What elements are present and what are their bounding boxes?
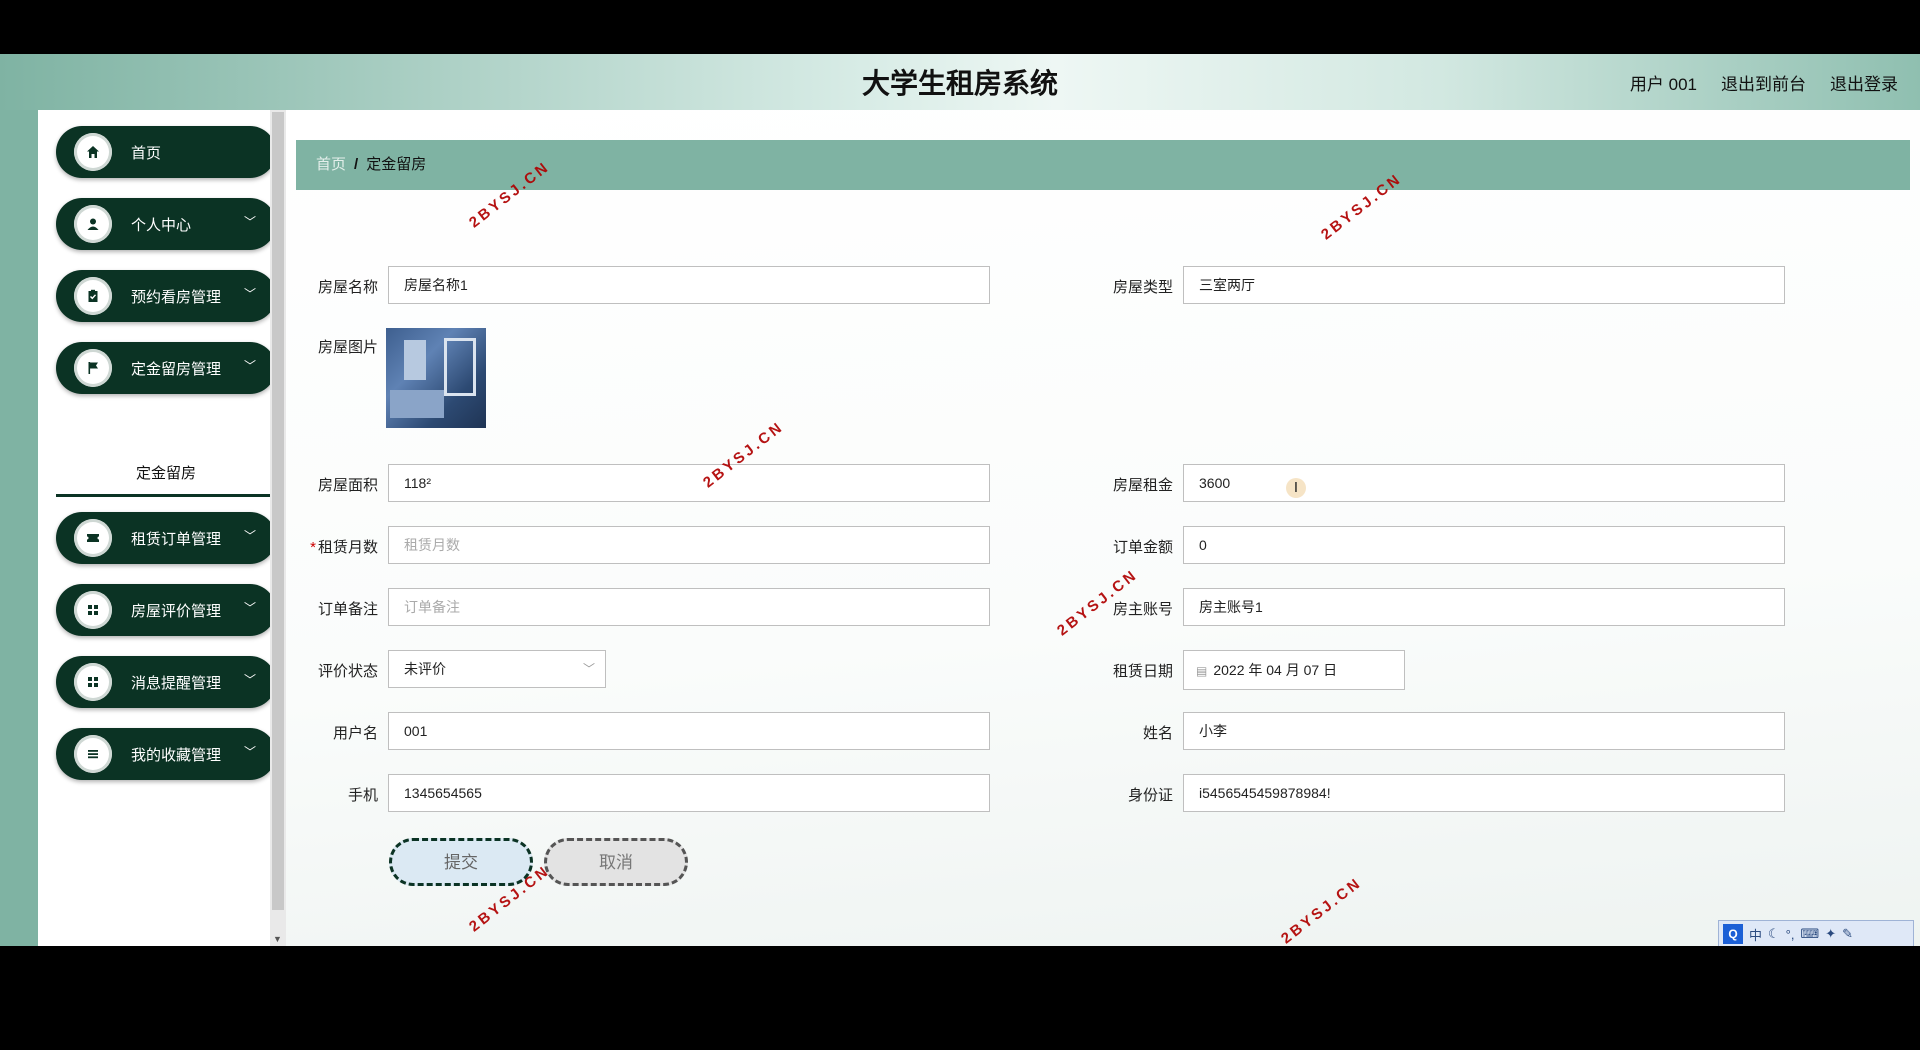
id-card-label: 身份证 [1127, 787, 1173, 804]
house-image[interactable] [386, 328, 486, 428]
ime-toolbar[interactable]: Q 中 ☾ °, ⌨ ✦ ✎ [1718, 920, 1914, 946]
chevron-down-icon: ﹀ [243, 359, 256, 373]
ticket-icon [74, 519, 112, 557]
exit-to-front-link[interactable]: 退出到前台 [1721, 70, 1806, 95]
scrollbar-thumb[interactable] [272, 112, 284, 910]
user-icon [74, 205, 112, 243]
wrench-icon[interactable]: ✎ [1842, 926, 1853, 942]
home-icon [74, 133, 112, 171]
name-label: 姓名 [1142, 725, 1173, 742]
scroll-down-arrow-icon[interactable]: ▼ [273, 934, 282, 944]
submenu-deposit-reservation[interactable]: 定金留房 [56, 454, 276, 497]
order-note-field[interactable] [388, 588, 990, 626]
rent-months-field[interactable] [388, 526, 990, 564]
sidebar-item-house-reviews[interactable]: 房屋评价管理 ﹀ [56, 584, 276, 636]
sidebar-item-message-reminders[interactable]: 消息提醒管理 ﹀ [56, 656, 276, 708]
sidebar-item-label: 预约看房管理 [131, 289, 222, 306]
review-status-label: 评价状态 [317, 663, 378, 680]
sidebar-item-label: 定金留房管理 [131, 361, 222, 378]
sidebar-item-label: 我的收藏管理 [131, 747, 222, 764]
grid-icon [74, 663, 112, 701]
house-image-label: 房屋图片 [317, 339, 378, 356]
house-area-field[interactable] [388, 464, 990, 502]
logout-link[interactable]: 退出登录 [1830, 70, 1898, 95]
calendar-icon: ▤ [1196, 664, 1208, 678]
sidebar-item-viewing-appointments[interactable]: 预约看房管理 ﹀ [56, 270, 276, 322]
list-icon [74, 735, 112, 773]
breadcrumb-separator: / [354, 156, 359, 173]
landlord-account-field[interactable] [1183, 588, 1785, 626]
header-links: 用户 001 退出到前台 退出登录 [1630, 70, 1898, 95]
order-note-label: 订单备注 [317, 601, 378, 618]
sidebar-item-label: 个人中心 [131, 217, 192, 234]
sidebar-item-label: 租赁订单管理 [131, 531, 222, 548]
grid-icon [74, 591, 112, 629]
house-type-label: 房屋类型 [1112, 279, 1173, 296]
chevron-down-icon: ﹀ [243, 745, 256, 759]
name-field[interactable] [1183, 712, 1785, 750]
sidebar-item-deposit-reservation[interactable]: 定金留房管理 ﹀ [56, 342, 276, 394]
pin-icon[interactable]: ✦ [1825, 926, 1836, 942]
breadcrumb-home[interactable]: 首页 [316, 156, 346, 173]
sidebar-item-label: 房屋评价管理 [131, 603, 222, 620]
breadcrumb-current: 定金留房 [366, 156, 427, 173]
chevron-down-icon: ﹀ [243, 529, 256, 543]
order-amount-field[interactable] [1183, 526, 1785, 564]
chevron-down-icon: ﹀ [582, 662, 595, 676]
house-rent-label: 房屋租金 [1112, 477, 1173, 494]
sidebar: 首页 个人中心 ﹀ 预约看房管理 ﹀ 定金留房管理 ﹀ 定金留房 租赁订单管理 … [38, 110, 276, 946]
house-area-label: 房屋面积 [317, 477, 378, 494]
house-type-field[interactable] [1183, 266, 1785, 304]
sidebar-item-home[interactable]: 首页 [56, 126, 276, 178]
chevron-down-icon: ﹀ [243, 673, 256, 687]
clipboard-icon [74, 277, 112, 315]
rent-months-label: * 租赁月数 [310, 539, 378, 556]
sidebar-item-favorites[interactable]: 我的收藏管理 ﹀ [56, 728, 276, 780]
flag-icon [74, 349, 112, 387]
keyboard-icon[interactable]: ⌨ [1800, 926, 1819, 942]
house-name-label: 房屋名称 [317, 279, 378, 296]
rent-date-picker[interactable]: ▤ 2022 年 04 月 07 日 [1183, 650, 1405, 690]
review-status-value: 未评价 [404, 661, 446, 677]
app-window: 大学生租房系统 用户 001 退出到前台 退出登录 首页 个人中心 ﹀ 预约看房… [0, 54, 1920, 946]
house-rent-field[interactable] [1183, 464, 1785, 502]
text-cursor-icon: I [1286, 478, 1306, 498]
chevron-down-icon: ﹀ [243, 287, 256, 301]
submit-button[interactable]: 提交 [389, 838, 533, 886]
id-card-field[interactable] [1183, 774, 1785, 812]
sidebar-item-personal-center[interactable]: 个人中心 ﹀ [56, 198, 276, 250]
chevron-down-icon: ﹀ [243, 215, 256, 229]
sidebar-item-rental-orders[interactable]: 租赁订单管理 ﹀ [56, 512, 276, 564]
sidebar-scrollbar[interactable]: ▼ [270, 110, 286, 946]
user-label: 用户 001 [1629, 75, 1697, 94]
username-field[interactable] [388, 712, 990, 750]
chevron-down-icon: ﹀ [243, 601, 256, 615]
left-decor-strip [0, 110, 38, 946]
sidebar-item-label: 消息提醒管理 [131, 675, 222, 692]
phone-label: 手机 [347, 787, 378, 804]
required-mark: * [310, 539, 316, 556]
house-name-field[interactable] [388, 266, 990, 304]
ime-mode[interactable]: 中 [1749, 925, 1762, 944]
sidebar-item-label: 首页 [131, 145, 162, 162]
moon-icon[interactable]: ☾ [1768, 926, 1780, 942]
review-status-select[interactable]: 未评价 ﹀ [388, 650, 606, 688]
cancel-button[interactable]: 取消 [544, 838, 688, 886]
rent-date-value: 2022 年 04 月 07 日 [1213, 662, 1338, 678]
username-label: 用户名 [332, 725, 378, 742]
rent-date-label: 租赁日期 [1112, 663, 1173, 680]
punctuation-icon[interactable]: °, [1786, 927, 1795, 942]
top-header: 大学生租房系统 用户 001 退出到前台 退出登录 [0, 54, 1920, 110]
ime-logo-icon[interactable]: Q [1723, 924, 1743, 944]
order-amount-label: 订单金额 [1112, 539, 1173, 556]
phone-field[interactable] [388, 774, 990, 812]
main-content: 首页 / 定金留房 房屋名称 房屋类型 房屋图片 房屋面积 房屋租金 *租赁月数 订… [286, 110, 1920, 946]
